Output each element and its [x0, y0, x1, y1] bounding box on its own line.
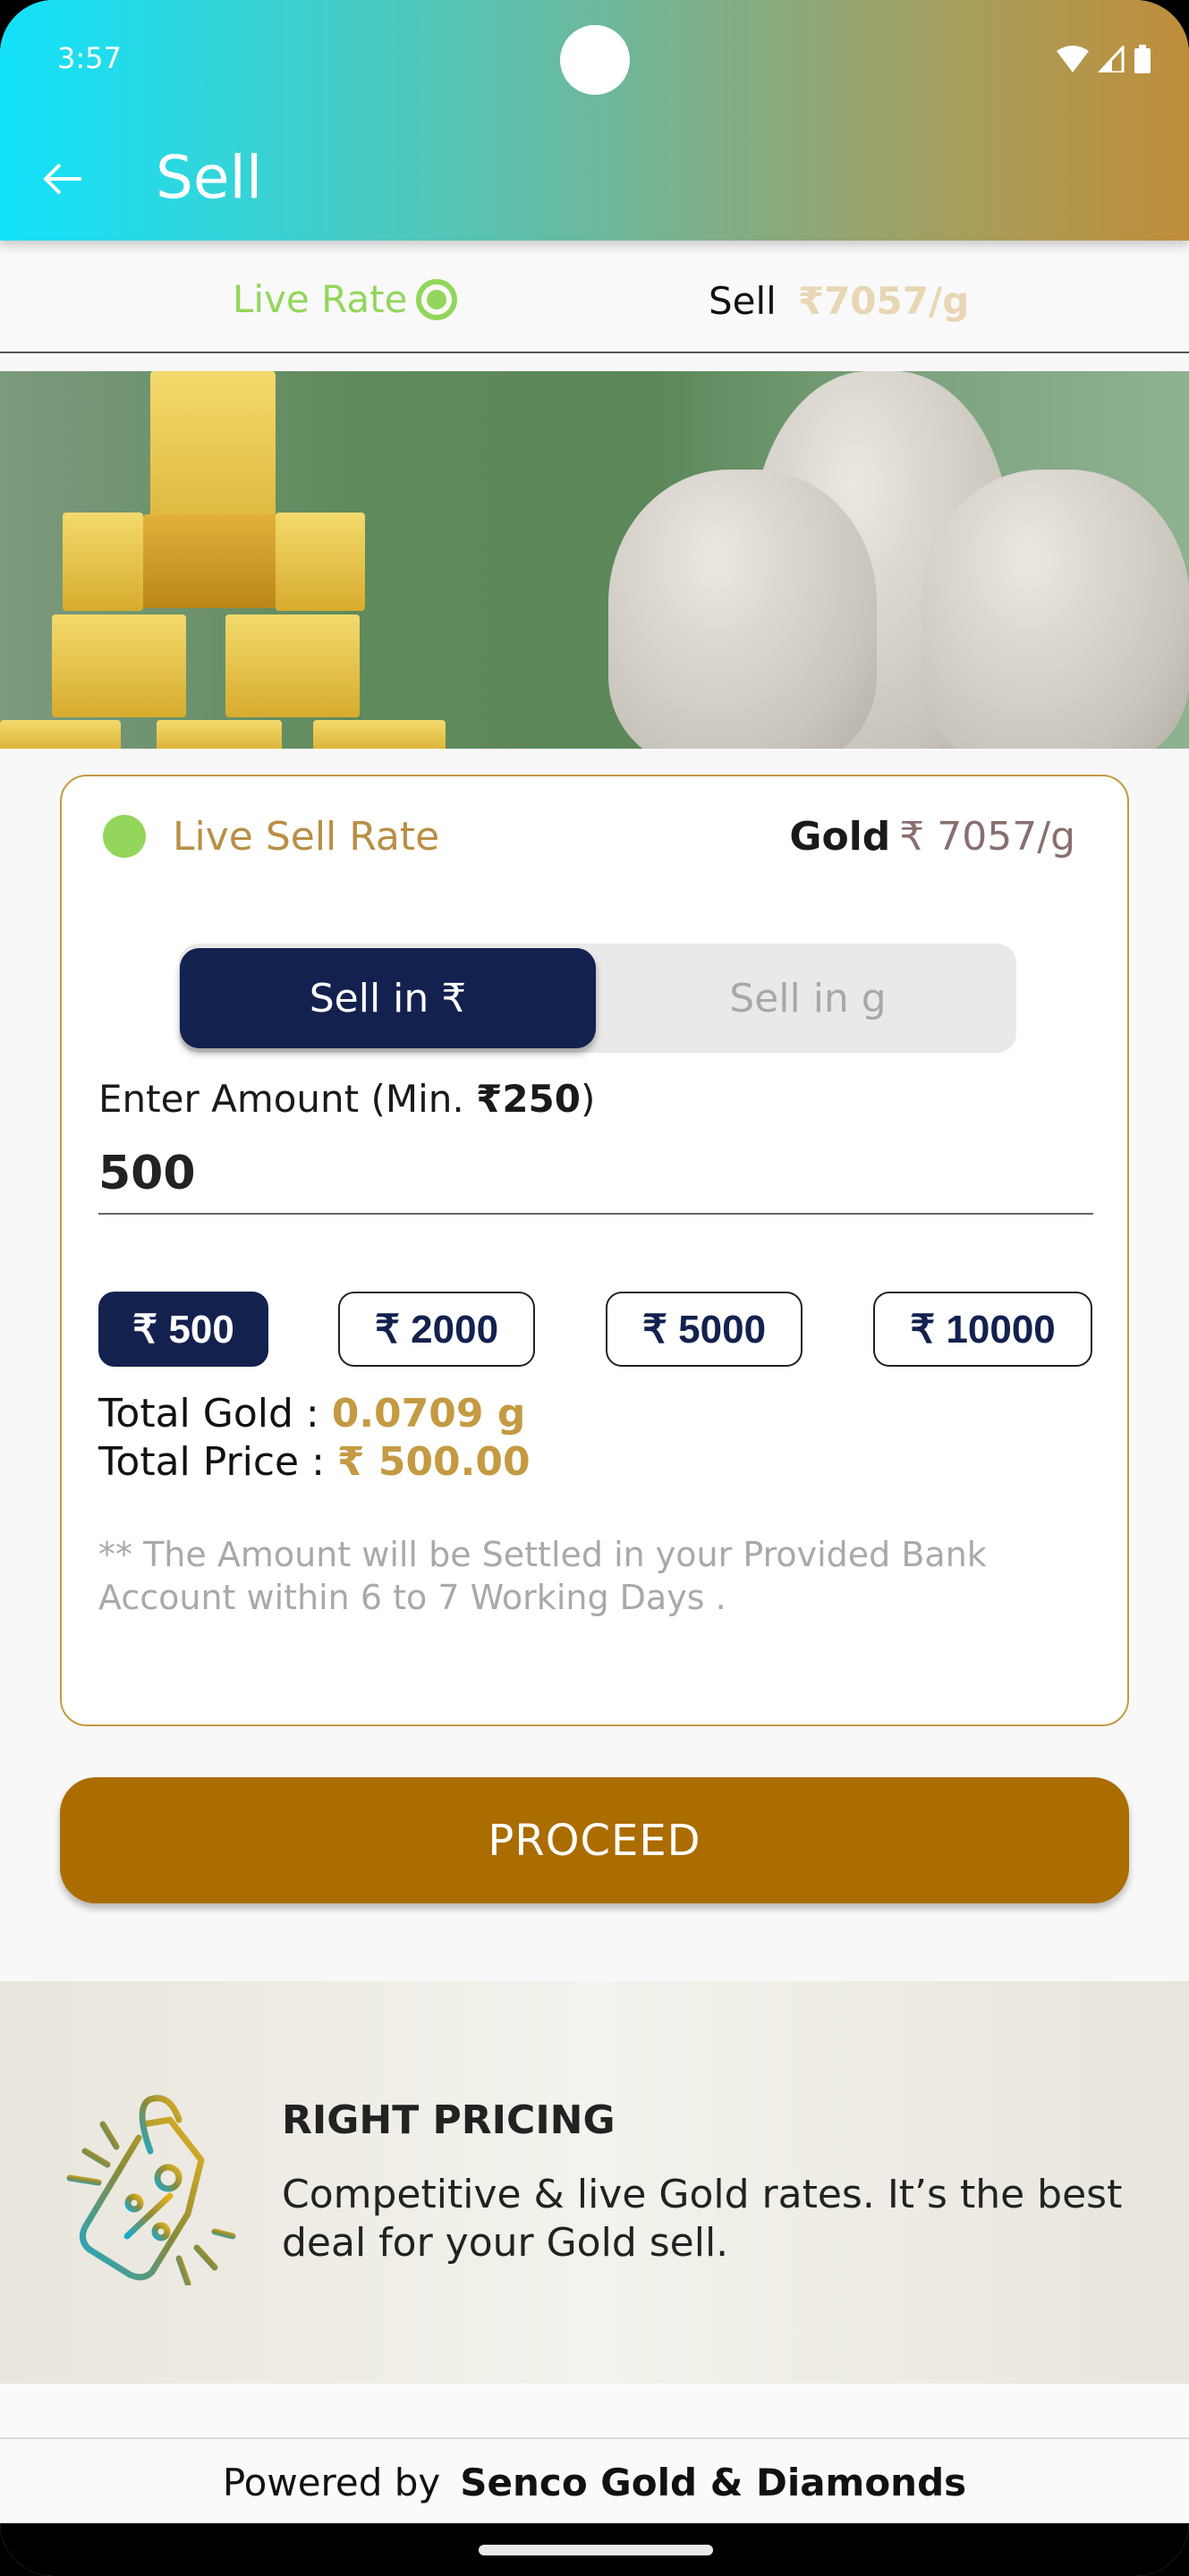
- amount-label-close: ): [581, 1077, 596, 1121]
- amount-chip-2000[interactable]: ₹ 2000: [338, 1292, 535, 1367]
- live-rate-indicator: Live Rate: [233, 277, 458, 321]
- gold-banner-image: [0, 371, 1189, 749]
- amount-label: Enter Amount (Min. ₹250): [98, 1077, 595, 1121]
- totals: Total Gold : 0.0709 g Total Price : ₹ 50…: [98, 1390, 531, 1487]
- powered-by: Powered by Senco Gold & Diamonds: [0, 2441, 1189, 2523]
- sell-card: Live Sell Rate Gold ₹ 7057/g Sell in ₹ Se…: [60, 775, 1129, 1726]
- right-pricing-feature: RIGHT PRICING Competitive & live Gold ra…: [0, 1981, 1189, 2384]
- live-radio-icon: [416, 278, 458, 320]
- amount-input[interactable]: [98, 1134, 1093, 1215]
- live-rate-strip: [0, 241, 1189, 353]
- feature-description: Competitive & live Gold rates. It’s the …: [282, 2172, 1123, 2266]
- total-price-label: Total Price :: [98, 1439, 337, 1485]
- footer-divider: [0, 2384, 1189, 2439]
- system-nav-bar: [0, 2523, 1189, 2576]
- gold-rate-value: ₹ 7057/g: [899, 814, 1075, 860]
- battery-icon: [1134, 45, 1151, 73]
- total-gold-row: Total Gold : 0.0709 g: [98, 1390, 531, 1438]
- home-gesture-handle[interactable]: [479, 2545, 713, 2555]
- total-price-row: Total Price : ₹ 500.00: [98, 1438, 531, 1487]
- proceed-button[interactable]: PROCEED: [60, 1777, 1129, 1903]
- sell-rate-label: Sell: [709, 279, 777, 323]
- sell-rate-value: ₹7057/g: [797, 279, 970, 323]
- settlement-note: ** The Amount will be Settled in your Pr…: [98, 1535, 987, 1617]
- amount-label-text: Enter Amount (Min.: [98, 1077, 477, 1121]
- powered-by-label: Powered by: [222, 2460, 441, 2504]
- amount-chip-10000[interactable]: ₹ 10000: [873, 1292, 1092, 1367]
- page-title: Sell: [156, 143, 263, 212]
- arrow-left-icon: [43, 163, 81, 195]
- status-icons: [1057, 45, 1151, 73]
- live-sell-rate-label: Live Sell Rate: [173, 814, 440, 860]
- sell-in-grams-tab[interactable]: Sell in g: [599, 944, 1016, 1053]
- amount-chip-5000[interactable]: ₹ 5000: [606, 1292, 803, 1367]
- total-gold-label: Total Gold :: [98, 1391, 332, 1436]
- sell-screen: 3:57 Sell Live Rate Sell ₹7057/g Live Se…: [0, 0, 1189, 2576]
- total-gold-value: 0.0709 g: [331, 1391, 526, 1436]
- sell-mode-toggle: Sell in ₹ Sell in g: [179, 944, 1016, 1053]
- gold-rate: Gold ₹ 7057/g: [789, 814, 1075, 860]
- price-tag-percent-icon: [66, 2095, 236, 2285]
- feature-title: RIGHT PRICING: [282, 2097, 616, 2143]
- back-button[interactable]: [36, 152, 89, 206]
- sell-in-rupees-tab[interactable]: Sell in ₹: [180, 948, 596, 1048]
- status-time: 3:57: [57, 41, 122, 75]
- amount-min: ₹250: [476, 1077, 581, 1121]
- live-dot-icon: [103, 815, 146, 858]
- amount-chip-500[interactable]: ₹ 500: [98, 1292, 268, 1367]
- app-bar: 3:57 Sell: [0, 0, 1189, 241]
- signal-icon: [1098, 46, 1125, 72]
- total-price-value: ₹ 500.00: [336, 1439, 531, 1485]
- gold-rate-label: Gold: [789, 814, 891, 860]
- camera-cutout: [560, 25, 630, 95]
- wifi-icon: [1057, 46, 1089, 72]
- brand-name: Senco Gold & Diamonds: [460, 2460, 967, 2504]
- live-rate-label: Live Rate: [233, 277, 408, 321]
- sell-rate: Sell ₹7057/g: [709, 279, 969, 323]
